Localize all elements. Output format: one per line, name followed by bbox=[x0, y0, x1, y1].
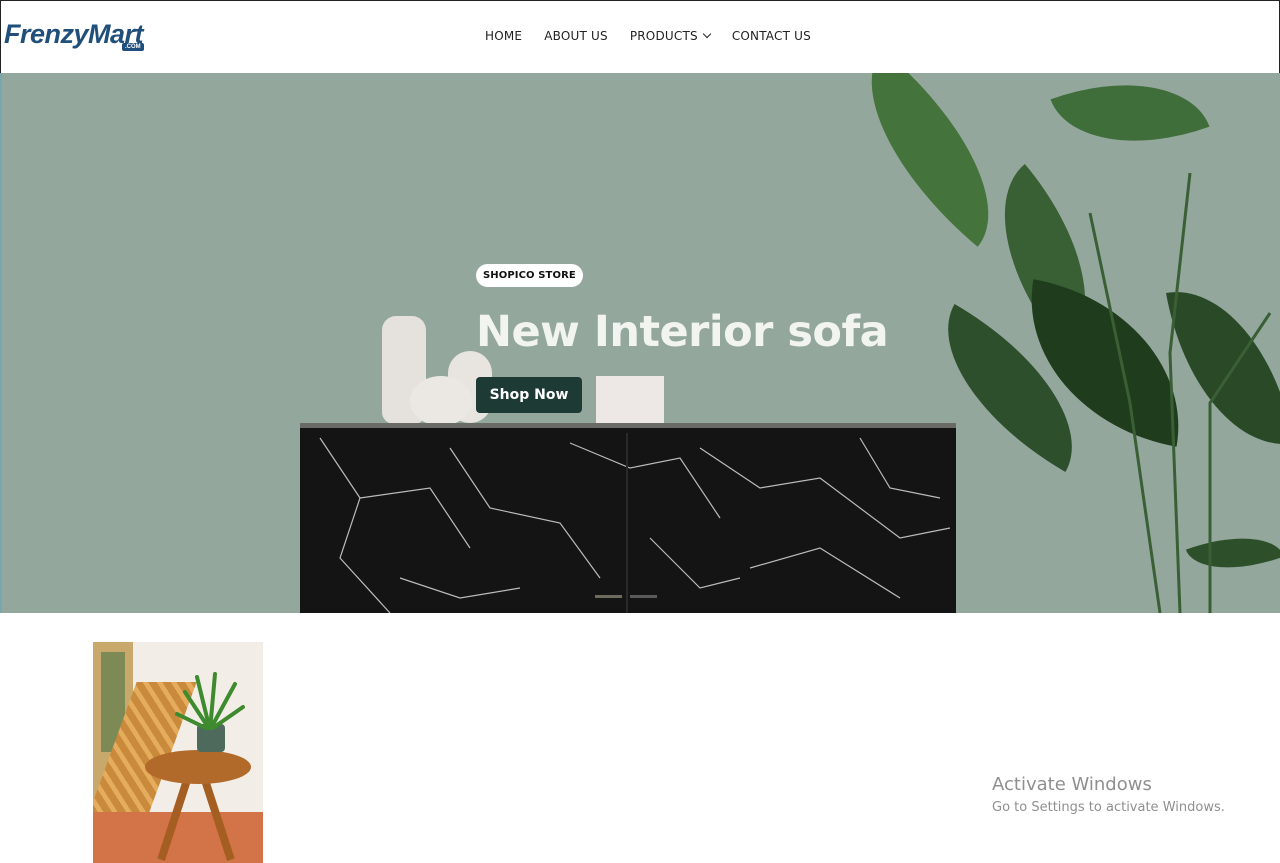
slider-dot-2[interactable] bbox=[630, 595, 657, 598]
nav-contact-us-label: CONTACT US bbox=[731, 29, 811, 43]
nav-home-label: HOME bbox=[485, 29, 523, 43]
hero-title: New Interior sofa bbox=[476, 307, 889, 357]
shop-now-button[interactable]: Shop Now bbox=[476, 377, 582, 413]
store-badge: SHOPICO STORE bbox=[476, 264, 583, 287]
plant-stems bbox=[1088, 172, 1272, 613]
slider-dots bbox=[595, 595, 657, 598]
windows-activation-watermark: Activate Windows Go to Settings to activ… bbox=[992, 774, 1225, 815]
nav-contact-us[interactable]: CONTACT US bbox=[732, 29, 811, 43]
nav-home[interactable]: HOME bbox=[485, 29, 522, 43]
vase-image bbox=[410, 376, 472, 426]
cabinet-door-line bbox=[626, 433, 628, 613]
hero-edge bbox=[0, 73, 2, 613]
watermark-subtitle: Go to Settings to activate Windows. bbox=[992, 800, 1225, 815]
hero-content: SHOPICO STORE New Interior sofa Shop Now bbox=[476, 264, 889, 413]
table-image bbox=[145, 750, 251, 784]
logo[interactable]: FrenzyMart .COM bbox=[4, 19, 144, 55]
plant-image bbox=[175, 672, 245, 730]
logo-sub: .COM bbox=[122, 43, 144, 51]
main-nav: HOME ABOUT US PRODUCTS CONTACT US bbox=[485, 29, 833, 43]
product-image[interactable] bbox=[93, 642, 263, 863]
nav-about-us[interactable]: ABOUT US bbox=[544, 29, 608, 43]
site-header: FrenzyMart .COM HOME ABOUT US PRODUCTS C… bbox=[0, 0, 1280, 73]
hero-slider: SHOPICO STORE New Interior sofa Shop Now bbox=[0, 73, 1280, 613]
nav-products-label: PRODUCTS bbox=[629, 29, 698, 43]
slider-dot-1[interactable] bbox=[595, 595, 622, 598]
chevron-down-icon bbox=[702, 29, 712, 39]
nav-about-us-label: ABOUT US bbox=[544, 29, 608, 43]
watermark-title: Activate Windows bbox=[992, 774, 1152, 795]
marble-pattern bbox=[319, 437, 951, 613]
nav-products[interactable]: PRODUCTS bbox=[629, 29, 712, 43]
